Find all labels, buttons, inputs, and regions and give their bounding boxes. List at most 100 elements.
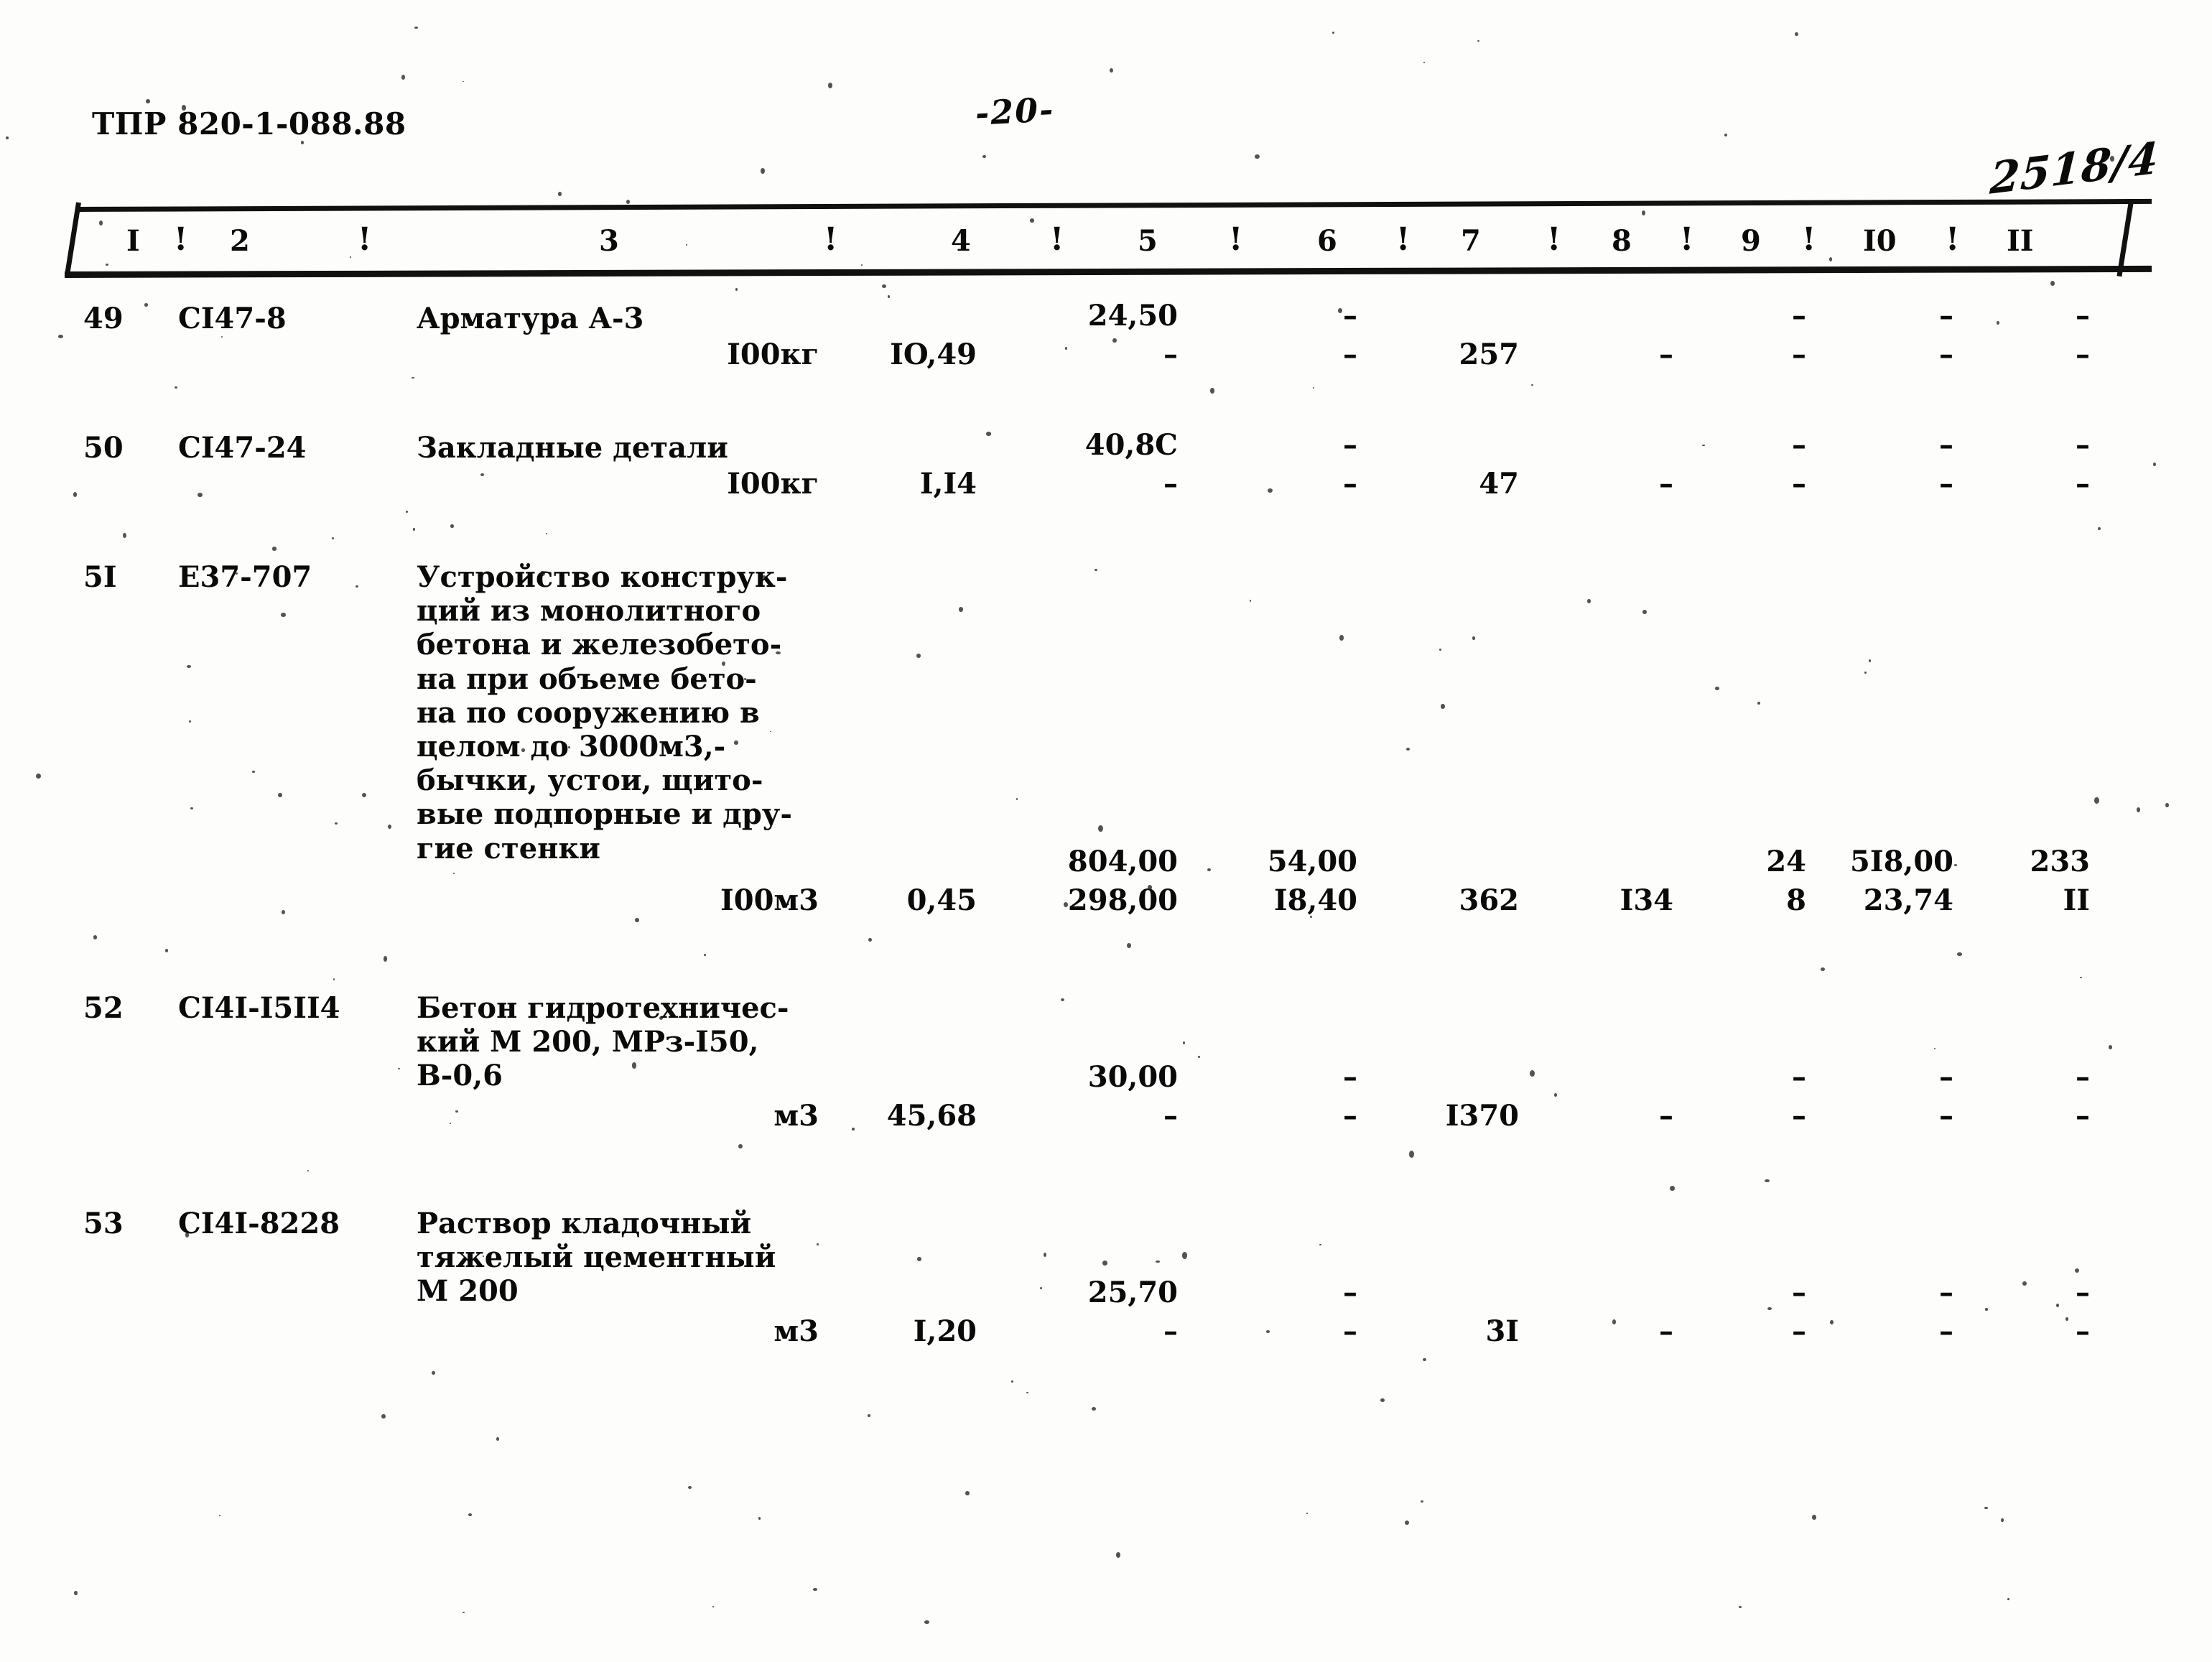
scan-speck: [187, 665, 191, 668]
scan-speck: [868, 938, 872, 942]
column-header-8: 8: [1612, 224, 1632, 258]
scan-speck: [1156, 1261, 1160, 1263]
row-position-number: 5I: [83, 560, 117, 594]
scan-speck: [1829, 257, 1833, 261]
value-lower: –: [1659, 338, 1673, 371]
value-upper: –: [1939, 1060, 1953, 1094]
row-value-c11: 233 II: [1968, 845, 2091, 925]
scan-speck: [175, 386, 178, 389]
value-upper: –: [1792, 428, 1806, 462]
scan-speck: [2080, 977, 2082, 979]
scan-speck: [198, 493, 203, 498]
value-upper: 54,00: [1267, 845, 1357, 878]
value-lower: –: [1343, 338, 1357, 371]
scan-speck: [1724, 134, 1728, 137]
row-quantity: 0,45: [906, 883, 977, 917]
scan-speck: [190, 807, 193, 809]
value-lower: –: [1792, 1314, 1806, 1348]
row-value-c6: – –: [1221, 302, 1357, 379]
scan-speck: [1044, 1253, 1047, 1258]
value-upper: –: [1343, 1276, 1357, 1309]
scan-speck: [73, 492, 77, 497]
scan-speck: [852, 1128, 855, 1131]
frame-bottom-rule: [64, 265, 2152, 278]
row-resource-code: СI47-24: [178, 431, 307, 465]
row-value-c10: 5I8,00 23,74: [1810, 848, 1953, 925]
scan-speck: [1116, 1552, 1121, 1558]
row-value-c9: 24 8: [1691, 848, 1806, 925]
scan-speck: [1207, 868, 1211, 872]
column-header-5: 5: [1138, 224, 1158, 258]
row-value-c8: –: [1551, 1278, 1673, 1356]
scan-speck: [2098, 527, 2101, 531]
value-lower: –: [1163, 338, 1178, 371]
scan-speck: [1095, 569, 1097, 571]
scan-speck: [1409, 1151, 1414, 1158]
value-upper: –: [1939, 299, 1953, 333]
scan-speck: [6, 136, 9, 139]
scan-speck: [1934, 1048, 1936, 1050]
row-description: Закладные детали: [417, 431, 728, 465]
scan-speck: [406, 511, 408, 514]
scan-speck: [281, 613, 286, 617]
scan-speck: [165, 949, 169, 952]
scan-speck: [1092, 1407, 1097, 1411]
row-value-c5: 25,70 –: [1034, 1278, 1178, 1356]
scan-speck: [1405, 1521, 1409, 1525]
scan-speck: [1439, 649, 1442, 651]
row-resource-code: Е37-707: [178, 560, 312, 594]
row-resource-code: СI4I-I5II4: [178, 991, 340, 1025]
row-resource-code: СI47-8: [178, 302, 287, 335]
scan-speck: [1757, 702, 1760, 705]
value-upper: 233: [2030, 845, 2091, 878]
scan-speck: [1110, 68, 1113, 73]
row-description: Устройство конструк- ций из монолитного …: [417, 560, 792, 865]
scan-speck: [1985, 1308, 1988, 1311]
scan-speck: [1421, 1500, 1423, 1503]
row-value-c6: – –: [1221, 431, 1357, 509]
row-value-c9: – –: [1691, 1278, 1806, 1356]
value-lower: –: [1939, 467, 1953, 501]
scan-speck: [1210, 388, 1214, 394]
scan-speck: [432, 1371, 435, 1375]
row-value-c10: – –: [1810, 1278, 1953, 1356]
scan-speck: [1670, 1186, 1675, 1191]
scan-speck: [36, 774, 41, 779]
scan-speck: [1183, 1041, 1186, 1045]
row-position-number: 49: [83, 302, 124, 335]
row-value-c9: – –: [1691, 1063, 1806, 1141]
page-number: -20-: [974, 90, 1056, 133]
scan-speck: [362, 793, 367, 798]
column-header-7: 7: [1461, 224, 1481, 258]
row-value-c8: –: [1551, 431, 1673, 509]
value-upper: –: [1343, 299, 1357, 333]
scan-speck: [568, 746, 570, 748]
row-value-c6: 54,00 I8,40: [1221, 848, 1357, 925]
scan-speck: [282, 910, 285, 914]
scan-speck: [468, 1513, 473, 1516]
column-separator: !: [1946, 221, 1960, 258]
row-position-number: 52: [83, 991, 124, 1025]
frame-left-rule: [64, 202, 81, 277]
scan-speck: [401, 75, 406, 80]
scan-speck: [1612, 1319, 1616, 1324]
value-lower: 298,00: [1067, 883, 1178, 917]
scan-speck: [868, 1414, 871, 1417]
value-upper: 30,00: [1087, 1060, 1178, 1094]
scan-speck: [2137, 807, 2141, 812]
scan-speck: [1984, 1507, 1988, 1510]
row-value-c7: I370: [1390, 1063, 1519, 1141]
scan-speck: [738, 1144, 743, 1149]
scan-speck: [986, 432, 991, 436]
column-header-6: 6: [1317, 224, 1337, 258]
row-position-number: 50: [83, 431, 124, 465]
scan-speck: [1250, 600, 1252, 602]
value-upper: 5I8,00: [1850, 845, 1953, 878]
value-upper: –: [1792, 1060, 1806, 1094]
scan-speck: [221, 336, 223, 338]
scan-speck: [463, 1612, 465, 1614]
scan-speck: [335, 822, 338, 825]
scan-speck: [1795, 32, 1798, 37]
column-separator: !: [824, 221, 838, 258]
value-lower: –: [1343, 467, 1357, 501]
